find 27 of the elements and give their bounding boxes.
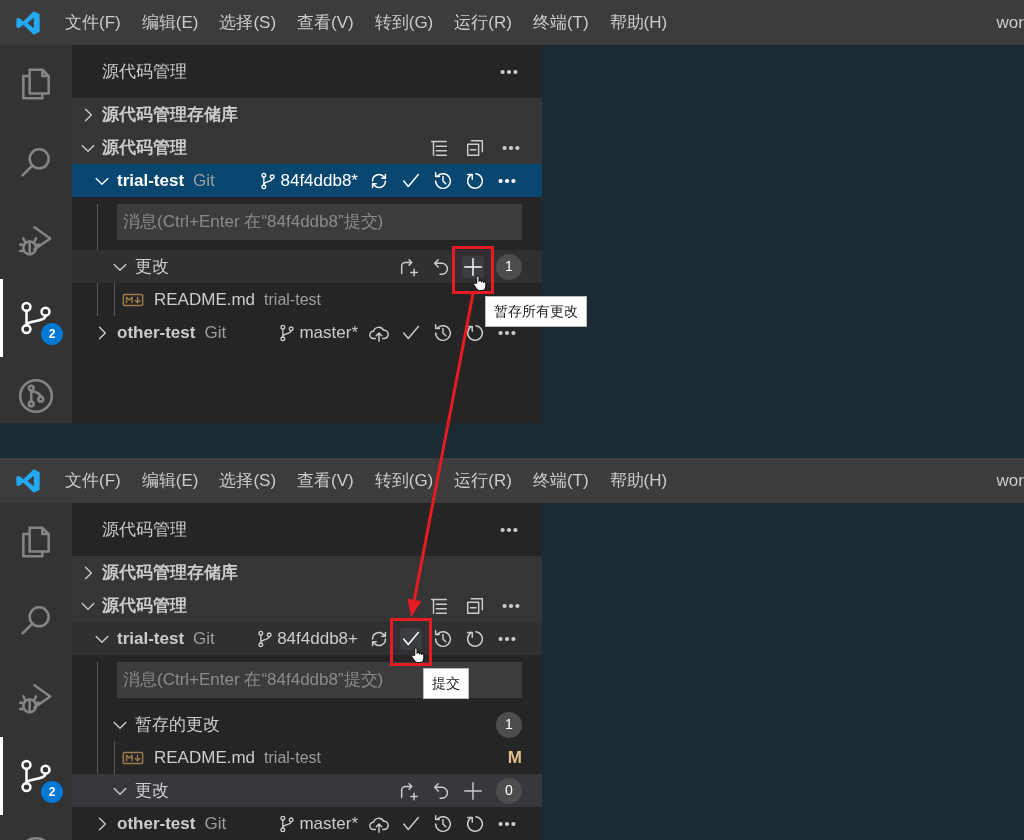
file-path: trial-test: [264, 747, 321, 768]
count-badge: 2: [41, 323, 63, 345]
repository-name: trial-test: [117, 169, 185, 192]
tooltip: 暂存所有更改: [485, 295, 587, 327]
provider-label: Git: [193, 627, 215, 650]
file-name: README.md: [154, 288, 256, 311]
panel-title: 源代码管理: [102, 518, 187, 541]
provider-label: Git: [193, 169, 215, 192]
count-badge: 1: [496, 711, 522, 738]
window-title: wor: [996, 469, 1024, 492]
window-title: wor: [996, 11, 1024, 34]
file-path: trial-test: [264, 289, 321, 310]
provider-label: Git: [204, 812, 227, 835]
file-name: README.md: [154, 746, 256, 769]
group-label: 更改: [135, 255, 169, 278]
provider-label: Git: [204, 321, 227, 344]
repository-name: trial-test: [117, 627, 185, 650]
repository-name: other-test: [117, 321, 196, 344]
status-letter: M: [507, 746, 522, 769]
count-badge: 2: [41, 781, 63, 803]
count-badge: 1: [496, 253, 522, 280]
panel-title: 源代码管理: [102, 60, 187, 83]
count-badge: 0: [496, 777, 522, 804]
tooltip: 提交: [423, 667, 469, 699]
group-label: 暂存的更改: [135, 713, 220, 736]
repository-name: other-test: [117, 812, 196, 835]
group-label: 更改: [135, 779, 169, 802]
